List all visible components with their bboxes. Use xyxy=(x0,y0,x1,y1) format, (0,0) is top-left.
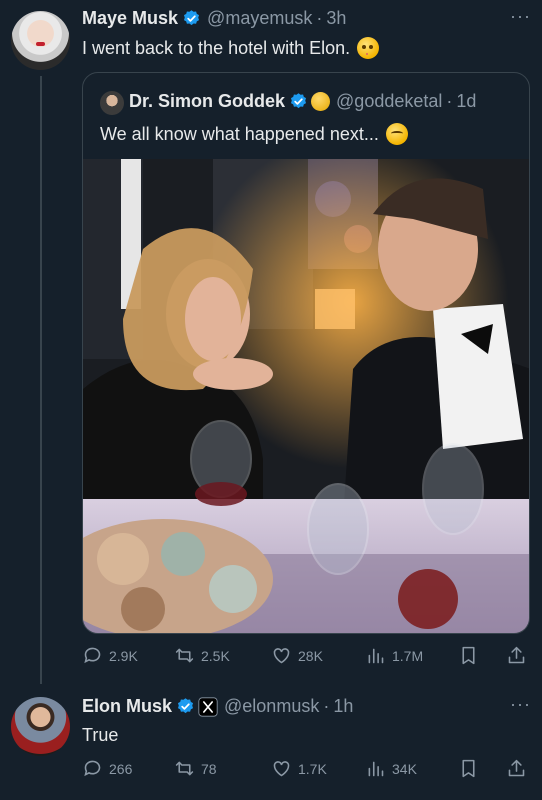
reply-author-name[interactable]: Elon Musk xyxy=(82,696,172,717)
separator-dot: · xyxy=(316,8,323,28)
repost-count: 2.5K xyxy=(201,647,230,664)
reply-button[interactable]: 266 xyxy=(82,758,132,779)
flushed-face-icon xyxy=(357,37,380,59)
bookmark-button[interactable] xyxy=(458,758,485,779)
quoted-header: Dr. Simon Goddek @goddeketal · 1d xyxy=(129,91,476,112)
bookmark-icon xyxy=(462,646,475,665)
quoted-tweet-card[interactable]: Dr. Simon Goddek @goddeketal · 1d We all… xyxy=(82,72,530,634)
author-handle[interactable]: @mayemusk xyxy=(207,8,312,29)
tweet-text: I went back to the hotel with Elon. xyxy=(82,37,351,58)
dinner-photo-image xyxy=(83,159,529,633)
quoted-timestamp: 1d xyxy=(456,91,477,111)
reply-handle[interactable]: @elonmusk xyxy=(224,696,319,717)
gold-badge-icon xyxy=(311,92,331,111)
repost-button[interactable]: 78 xyxy=(174,758,217,779)
timestamp[interactable]: 3h xyxy=(326,8,346,29)
reply-more-options-icon[interactable]: ··· xyxy=(510,694,531,715)
quoted-handle: @goddeketal xyxy=(336,91,443,111)
tweet-photo[interactable] xyxy=(83,159,529,633)
x-affiliate-badge-icon xyxy=(198,696,218,717)
views-chart-icon xyxy=(368,648,384,664)
views-button[interactable]: 34K xyxy=(365,758,417,779)
reply-avatar[interactable] xyxy=(11,697,70,756)
separator-dot: · xyxy=(446,91,453,111)
reply-actions: 266 78 1.7K 34K xyxy=(82,758,525,782)
avatar[interactable] xyxy=(11,11,70,70)
author-name[interactable]: Maye Musk xyxy=(82,8,178,29)
repost-count: 78 xyxy=(201,760,217,777)
reply-header: Elon Musk @elonmusk · 1h xyxy=(82,696,353,717)
tweet-text-row: I went back to the hotel with Elon. xyxy=(82,37,380,59)
reply-button[interactable]: 2.9K xyxy=(82,645,138,666)
reply-text-row: True xyxy=(82,725,118,746)
reply-count: 266 xyxy=(109,760,133,777)
quoted-text: We all know what happened next... xyxy=(100,123,379,144)
bookmark-button[interactable] xyxy=(458,645,485,666)
view-count: 1.7M xyxy=(392,647,424,664)
like-button[interactable]: 28K xyxy=(271,645,323,666)
views-button[interactable]: 1.7M xyxy=(365,645,423,666)
views-chart-icon xyxy=(368,761,384,777)
repost-icon xyxy=(175,761,194,776)
thread-connector-line xyxy=(40,76,42,684)
repost-icon xyxy=(175,648,194,663)
reply-text: True xyxy=(82,725,119,745)
share-button[interactable] xyxy=(506,758,533,779)
verified-badge-icon xyxy=(177,698,194,714)
verified-badge-icon xyxy=(291,93,307,109)
reply-icon xyxy=(84,760,101,777)
like-button[interactable]: 1.7K xyxy=(271,758,327,779)
more-options-icon[interactable]: ··· xyxy=(510,6,531,27)
heart-icon xyxy=(273,761,290,777)
quoted-text-row: We all know what happened next... xyxy=(100,123,408,145)
like-count: 28K xyxy=(298,647,323,664)
reply-timestamp[interactable]: 1h xyxy=(333,696,353,717)
quoted-author-name: Dr. Simon Goddek xyxy=(129,91,286,111)
tweet-actions: 2.9K 2.5K 28K 1.7M xyxy=(82,645,525,669)
bookmark-icon xyxy=(462,759,475,778)
reply-count: 2.9K xyxy=(109,647,138,664)
reply-icon xyxy=(84,647,101,664)
tweet-header: Maye Musk @mayemusk · 3h xyxy=(82,8,346,29)
view-count: 34K xyxy=(392,760,417,777)
like-count: 1.7K xyxy=(298,760,327,777)
share-button[interactable] xyxy=(506,645,533,666)
share-icon xyxy=(508,646,525,664)
separator-dot: · xyxy=(323,696,330,716)
smirking-face-icon xyxy=(385,123,408,145)
repost-button[interactable]: 2.5K xyxy=(174,645,230,666)
verified-badge-icon xyxy=(184,10,200,26)
share-icon xyxy=(508,759,525,777)
quoted-avatar xyxy=(100,91,124,115)
heart-icon xyxy=(273,648,290,664)
